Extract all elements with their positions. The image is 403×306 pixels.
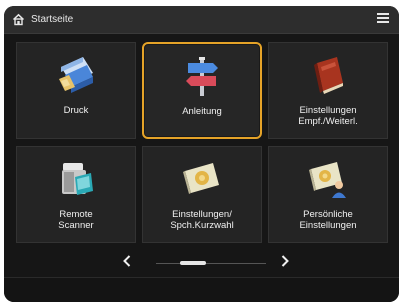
settings-document-icon (143, 156, 261, 202)
tile-druck[interactable]: Druck (16, 42, 136, 139)
tile-label: Anleitung (182, 106, 222, 117)
tile-anleitung[interactable]: Anleitung (142, 42, 262, 139)
top-bar: Startseite (4, 6, 399, 34)
chevron-left-icon (123, 254, 131, 272)
home-icon (12, 13, 25, 26)
chevron-right-icon (281, 254, 289, 272)
function-grid: Druck Anleitung Einstellungen Empf./Weit… (16, 42, 388, 244)
tile-label: Druck (63, 105, 89, 116)
tile-label: Einstellungen Empf./Weiterl. (298, 105, 358, 127)
tile-label: Persönliche Einstellungen (299, 209, 357, 231)
tile-persoenliche-einstellungen[interactable]: Persönliche Einstellungen (268, 146, 388, 243)
device-screen: Startseite Druck Anleitung Einstellungen… (4, 6, 399, 302)
page-indicator-thumb (180, 261, 206, 265)
book-icon (269, 52, 387, 98)
signpost-icon (144, 53, 260, 99)
tile-einstellungen-spch-kurzwahl[interactable]: Einstellungen/ Spch.Kurzwahl (142, 146, 262, 243)
previous-page-button[interactable] (116, 253, 138, 273)
page-title: Startseite (31, 14, 74, 25)
hamburger-icon (377, 10, 389, 28)
page-navigation (4, 253, 399, 273)
scanner-icon (17, 156, 135, 202)
tile-remote-scanner[interactable]: Remote Scanner (16, 146, 136, 243)
page-indicator-track (156, 263, 266, 264)
home-button[interactable]: Startseite (12, 10, 73, 29)
tile-label: Remote Scanner (58, 209, 94, 231)
print-icon (17, 52, 135, 98)
next-page-button[interactable] (274, 253, 296, 273)
personal-settings-icon (269, 156, 387, 202)
bottom-bar (4, 277, 399, 302)
tile-label: Einstellungen/ Spch.Kurzwahl (170, 209, 234, 231)
menu-button[interactable] (373, 9, 393, 29)
tile-einstellungen-empf-weiterl[interactable]: Einstellungen Empf./Weiterl. (268, 42, 388, 139)
